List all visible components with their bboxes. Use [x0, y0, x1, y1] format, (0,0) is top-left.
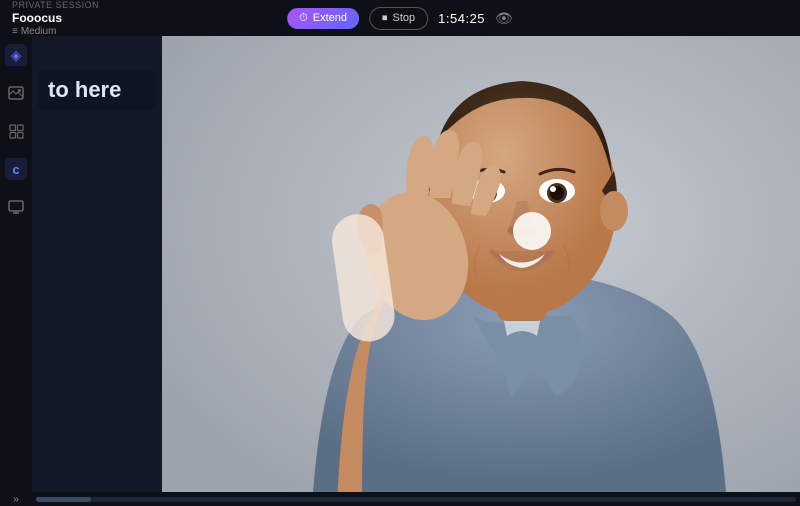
top-bar-controls: Extend Stop 1:54:25 👁 — [287, 7, 513, 30]
stop-button[interactable]: Stop — [369, 7, 428, 30]
bottom-left: » — [0, 492, 32, 506]
quality-icon: ≡ — [12, 26, 18, 37]
timer-display: 1:54:25 — [438, 11, 485, 26]
tooltip-box: to here — [38, 70, 156, 110]
bottom-bar: » — [0, 492, 800, 506]
scrollbar-track[interactable] — [36, 497, 796, 502]
app-quality: ≡ Medium — [12, 26, 99, 37]
sidebar: ◈ c — [0, 36, 32, 492]
sidebar-image-icon[interactable] — [5, 82, 27, 104]
app-info: PRIVATE SESSION Fooocus ≡ Medium — [12, 0, 99, 37]
session-label: PRIVATE SESSION — [12, 0, 99, 10]
top-bar: PRIVATE SESSION Fooocus ≡ Medium Extend … — [0, 0, 800, 36]
sidebar-logo-icon[interactable]: ◈ — [5, 44, 27, 66]
photo-scene — [162, 36, 800, 492]
side-panel: to here — [32, 36, 162, 492]
sidebar-monitor-icon[interactable] — [5, 196, 27, 218]
sidebar-grid-icon[interactable] — [5, 120, 27, 142]
main-content: ◈ c to here — [0, 36, 800, 492]
video-area — [162, 36, 800, 492]
sidebar-c-icon[interactable]: c — [5, 158, 27, 180]
scrollbar-thumb[interactable] — [36, 497, 91, 502]
arrows-icon[interactable]: » — [13, 494, 19, 505]
app-name: Fooocus — [12, 11, 99, 25]
eye-icon[interactable]: 👁 — [495, 10, 513, 27]
extend-button[interactable]: Extend — [287, 8, 359, 29]
tooltip-text: to here — [48, 77, 121, 102]
